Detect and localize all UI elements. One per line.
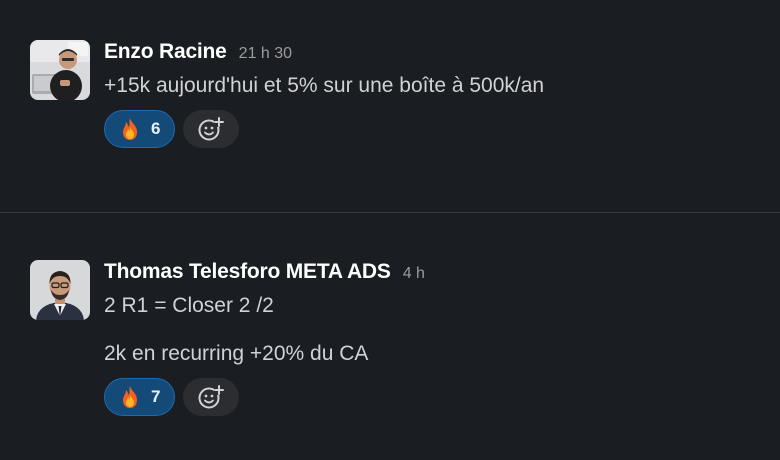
author-name[interactable]: Enzo Racine	[104, 40, 227, 64]
avatar[interactable]	[30, 260, 90, 320]
reaction-fire[interactable]: 7	[104, 378, 176, 416]
reaction-count: 6	[151, 119, 161, 138]
message-text: 2k en recurring +20% du CA	[104, 342, 369, 365]
reaction-count: 7	[151, 387, 161, 406]
timestamp[interactable]: 21 h 30	[239, 45, 292, 63]
avatar-image	[30, 40, 90, 100]
add-emoji-icon	[198, 385, 225, 409]
add-reaction-button[interactable]	[183, 378, 240, 416]
message-text: +15k aujourd'hui et 5% sur une boîte à 5…	[104, 74, 545, 97]
avatar-image	[30, 260, 90, 320]
add-reaction-button[interactable]	[183, 110, 240, 148]
add-emoji-icon	[198, 117, 225, 141]
reactions-bar: 6	[104, 110, 760, 148]
divider	[0, 212, 780, 213]
fire-icon	[123, 386, 137, 408]
author-name[interactable]: Thomas Telesforo META ADS	[104, 260, 391, 284]
fire-icon	[123, 118, 137, 140]
reactions-bar: 7	[104, 378, 760, 416]
timestamp[interactable]: 4 h	[403, 265, 425, 283]
avatar[interactable]	[30, 40, 90, 100]
message-header: Enzo Racine 21 h 30	[104, 40, 760, 68]
reaction-fire[interactable]: 6	[104, 110, 176, 148]
message-header: Thomas Telesforo META ADS 4 h	[104, 260, 760, 288]
message-text: 2 R1 = Closer 2 /2	[104, 294, 274, 317]
message-body: Thomas Telesforo META ADS 4 h 2 R1 = Clo…	[104, 260, 760, 416]
message-body: Enzo Racine 21 h 30 +15k aujourd'hui et …	[104, 40, 760, 148]
message-feed: Enzo Racine 21 h 30 +15k aujourd'hui et …	[0, 0, 780, 460]
